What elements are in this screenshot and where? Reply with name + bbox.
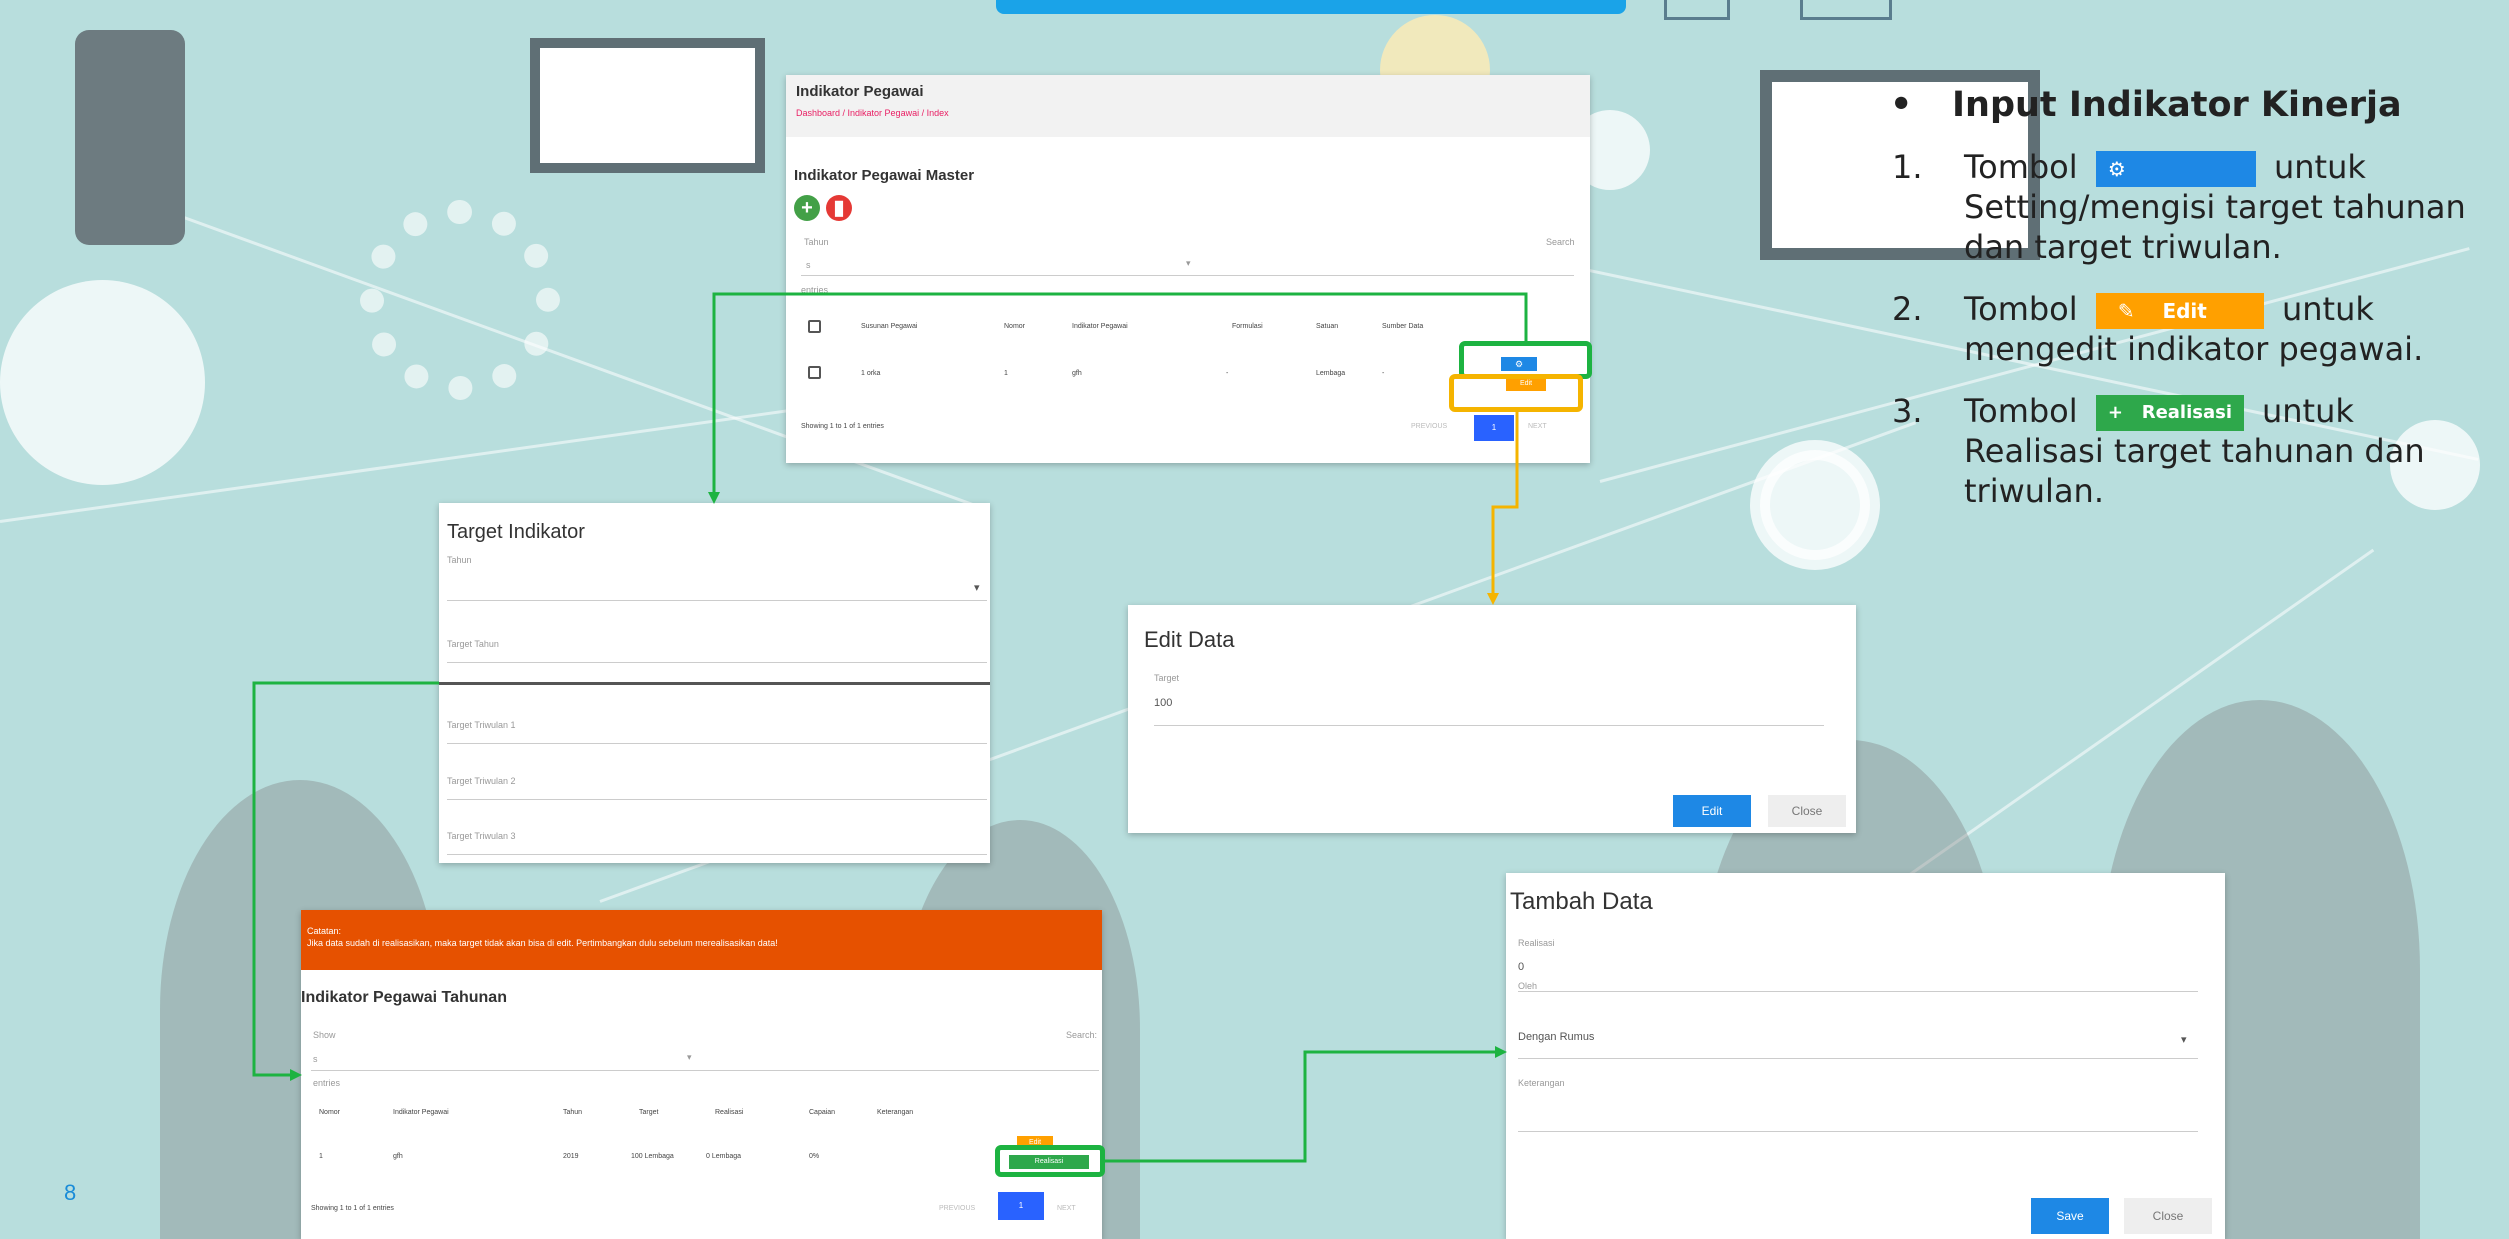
- instructions-heading: • Input Indikator Kinerja: [1884, 85, 2494, 125]
- pencil-icon: ✎: [2117, 299, 2135, 323]
- item-number: 3.: [1892, 392, 1923, 430]
- item-suffix: untuk: [2273, 148, 2366, 186]
- instruction-item-2: 2. Tombol ✎ Edit untuk mengedit indikato…: [1884, 289, 2494, 369]
- arrow-head: [290, 1069, 302, 1081]
- item-number: 2.: [1892, 290, 1923, 328]
- item-prefix: Tombol: [1964, 290, 2078, 328]
- item-suffix: untuk: [2261, 392, 2354, 430]
- item-text: mengedit indikator pegawai.: [1964, 330, 2424, 368]
- edit-button-sample: ✎ Edit: [2095, 293, 2264, 329]
- bullet: •: [1890, 85, 1913, 125]
- item-prefix: Tombol: [1964, 148, 2078, 186]
- realisasi-button-sample: + Realisasi: [2095, 395, 2244, 431]
- item-number: 1.: [1892, 148, 1923, 186]
- instruction-item-1: 1. Tombol ⚙ untuk Setting/mengisi target…: [1884, 147, 2494, 267]
- setting-button-sample: ⚙: [2095, 151, 2256, 187]
- edit-label: Edit: [2162, 299, 2207, 323]
- arrow-head: [1487, 593, 1499, 605]
- instruction-item-3: 3. Tombol + Realisasi untuk Realisasi ta…: [1884, 391, 2494, 511]
- page-number: 8: [64, 1180, 77, 1205]
- item-suffix: untuk: [2281, 290, 2374, 328]
- arrow-realisasi-to-tambah: [1105, 1050, 1500, 1163]
- item-prefix: Tombol: [1964, 392, 2078, 430]
- realisasi-label: Realisasi: [2141, 402, 2233, 423]
- arrow-edit-to-editdata: [1491, 412, 1519, 598]
- instructions: • Input Indikator Kinerja 1. Tombol ⚙ un…: [1884, 85, 2494, 511]
- arrow-head: [708, 492, 720, 504]
- arrow-target-to-tahunan: [252, 681, 439, 1077]
- arrow-setting-to-target: [712, 292, 1528, 497]
- arrow-head: [1495, 1046, 1507, 1058]
- item-text: Realisasi target tahunan dan triwulan.: [1964, 432, 2425, 510]
- heading-text: Input Indikator Kinerja: [1952, 85, 2402, 125]
- item-text: Setting/mengisi target tahunan dan targe…: [1964, 188, 2466, 266]
- plus-icon: +: [2107, 402, 2123, 423]
